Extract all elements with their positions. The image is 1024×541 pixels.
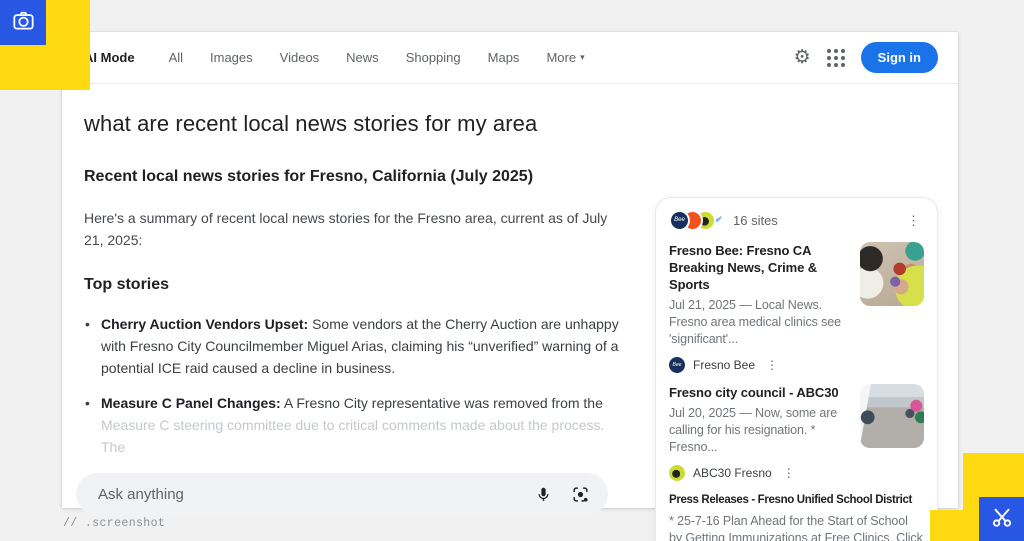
sources-header[interactable]: Bee 16 sites ⋮ [669, 209, 924, 231]
search-nav: AI Mode All Images Videos News Shopping … [62, 32, 958, 84]
source-item-fresno-unified: Press Releases - Fresno Unified School D… [669, 481, 924, 541]
scissors-badge [979, 497, 1024, 541]
list-item: • Measure C Panel Changes: A Fresno City… [84, 392, 624, 458]
bullet-dot: • [85, 316, 90, 332]
sources-panel: Bee 16 sites ⋮ Fresno Bee: Fresno CA Bre… [655, 197, 938, 541]
source-thumbnail-clinic[interactable] [860, 242, 924, 306]
answer-section-heading: Recent local news stories for Fresno, Ca… [84, 168, 534, 185]
source-name[interactable]: ABC30 Fresno [693, 466, 772, 480]
sites-count-label: 16 sites [733, 212, 778, 228]
query-title: what are recent local news stories for m… [84, 111, 538, 136]
item-kebab-menu-icon[interactable]: ⋮ [763, 357, 781, 373]
tab-more-label: More [546, 50, 577, 65]
screenshot-frame: AI Mode All Images Videos News Shopping … [0, 0, 1024, 541]
tab-videos[interactable]: Videos [280, 50, 320, 65]
list-item: • Cherry Auction Vendors Upset: Some ven… [84, 313, 624, 379]
story-body-faded: Measure C steering committee due to crit… [101, 417, 605, 455]
chevron-down-icon: ▾ [580, 52, 585, 62]
tab-ai-mode[interactable]: AI Mode [84, 50, 135, 65]
tab-more[interactable]: More ▾ [546, 50, 584, 65]
settings-gear-icon[interactable]: ⚙ [794, 48, 811, 67]
story-lead: Cherry Auction Vendors Upset: [101, 316, 309, 332]
tab-news[interactable]: News [346, 50, 379, 65]
screenshot-caption: // .screenshot [63, 517, 166, 530]
frame-yellow-rect-bottom [930, 510, 964, 541]
source-thumbnail-street[interactable] [860, 384, 924, 448]
sign-in-button[interactable]: Sign in [860, 42, 938, 73]
ask-bar-icons [535, 485, 590, 504]
bullet-dot: • [85, 395, 90, 411]
source-name[interactable]: Fresno Bee [693, 358, 755, 372]
answer-intro-text: Here's a summary of recent local news st… [84, 210, 608, 248]
tab-shopping[interactable]: Shopping [406, 50, 461, 65]
results-content: what are recent local news stories for m… [62, 111, 958, 541]
google-lens-icon[interactable] [571, 485, 590, 504]
source-title[interactable]: Press Releases - Fresno Unified School D… [669, 492, 924, 509]
panel-kebab-menu-icon[interactable]: ⋮ [903, 212, 924, 229]
fresno-bee-favicon: Bee [669, 209, 690, 231]
top-stories-list: • Cherry Auction Vendors Upset: Some ven… [84, 313, 624, 458]
story-body: A Fresno City representative was removed… [283, 395, 603, 411]
source-item-fresno-bee: Fresno Bee: Fresno CA Breaking News, Cri… [669, 231, 924, 373]
source-favicon-cluster: Bee [669, 209, 722, 231]
source-snippet: * 25-7-16 Plan Ahead for the Start of Sc… [669, 514, 923, 541]
google-apps-grid-icon[interactable] [826, 48, 845, 67]
source-snippet: Jul 20, 2025 — Now, some are calling for… [669, 406, 838, 454]
tab-maps[interactable]: Maps [488, 50, 520, 65]
browser-card: AI Mode All Images Videos News Shopping … [62, 32, 958, 541]
scissors-icon [989, 504, 1015, 535]
tab-images[interactable]: Images [210, 50, 253, 65]
camera-badge [0, 0, 46, 45]
source-title[interactable]: Fresno Bee: Fresno CA Breaking News, Cri… [669, 242, 851, 293]
tab-all[interactable]: All [169, 50, 183, 65]
ask-anything-input[interactable] [96, 484, 535, 504]
source-snippet: Jul 21, 2025 — Local News. Fresno area m… [669, 298, 841, 346]
source-item-abc30: Fresno city council - ABC30 Jul 20, 2025… [669, 373, 924, 481]
item-kebab-menu-icon[interactable]: ⋮ [780, 465, 798, 481]
abc30-favicon [669, 465, 685, 481]
camera-icon [11, 8, 36, 38]
microphone-icon[interactable] [535, 486, 552, 503]
nav-right-group: ⚙ Sign in [794, 42, 938, 73]
story-lead: Measure C Panel Changes: [101, 395, 281, 411]
ask-anything-bar[interactable] [76, 473, 608, 515]
fresno-bee-favicon: Bee [669, 357, 685, 373]
source-title[interactable]: Fresno city council - ABC30 [669, 384, 851, 401]
